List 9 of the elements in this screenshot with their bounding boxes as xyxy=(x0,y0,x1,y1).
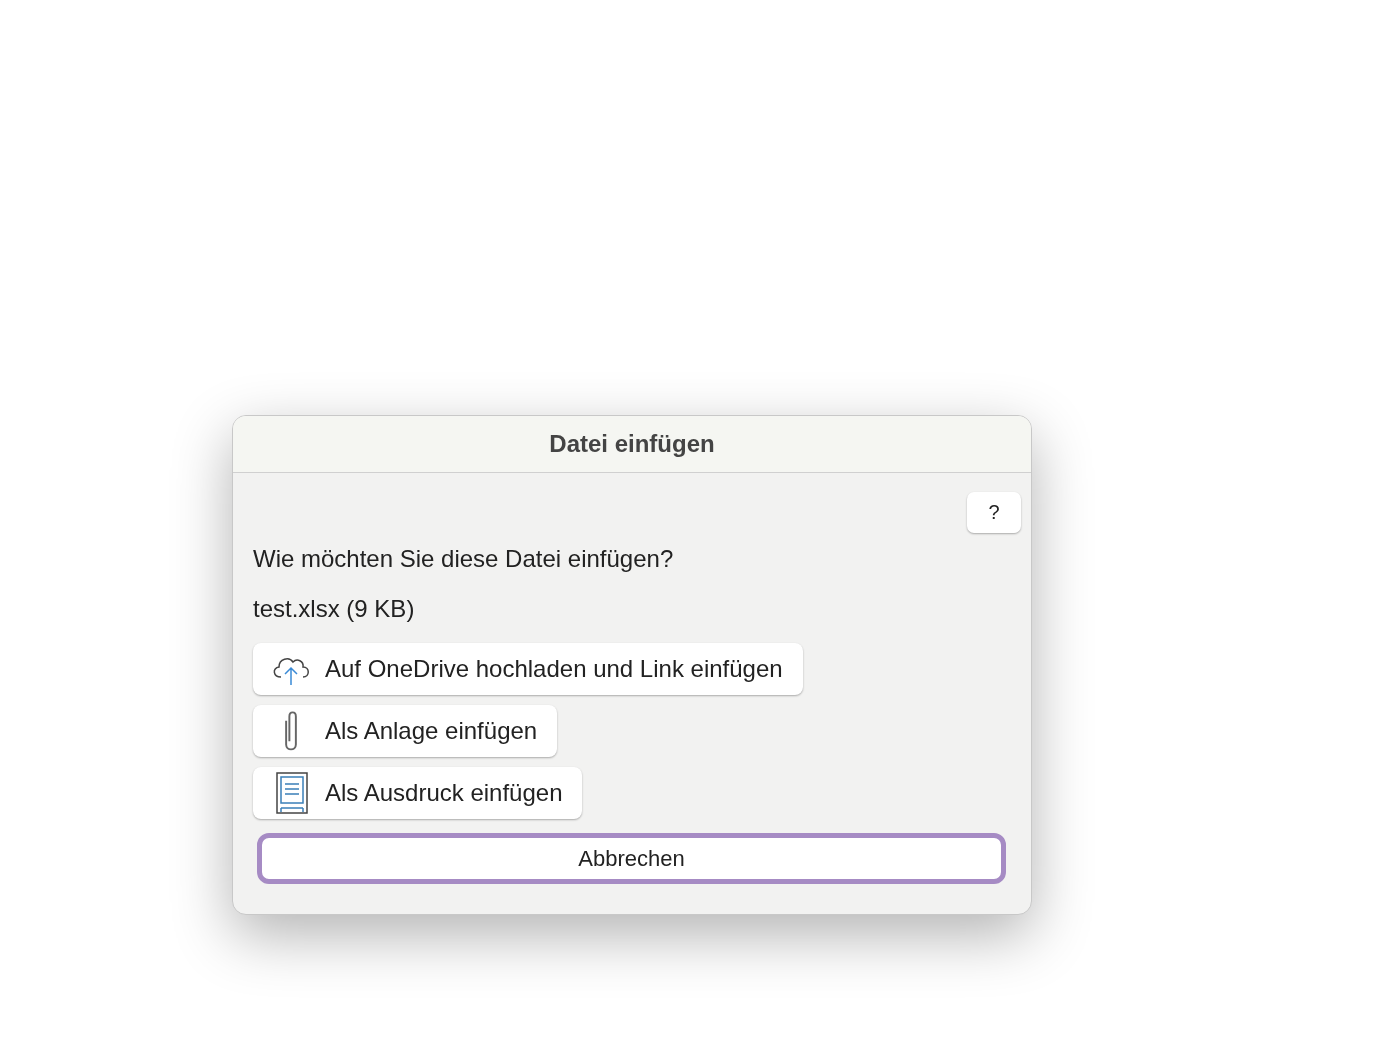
help-button[interactable]: ? xyxy=(967,492,1021,533)
paperclip-icon xyxy=(285,711,297,751)
file-name: test.xlsx (9 KB) xyxy=(253,595,416,623)
option-button[interactable]: Als Anlage einfügen xyxy=(253,705,558,757)
option-button[interactable]: Auf OneDrive hochladen und Link einfügen xyxy=(253,643,803,695)
cancel-button[interactable]: Abbrechen xyxy=(257,833,1006,884)
option-button[interactable]: Als Ausdruck einfügen xyxy=(253,767,583,819)
question-text: Wie möchten Sie diese Datei einfügen? xyxy=(253,545,675,573)
dialog-title: Datei einfügen xyxy=(233,416,1031,473)
